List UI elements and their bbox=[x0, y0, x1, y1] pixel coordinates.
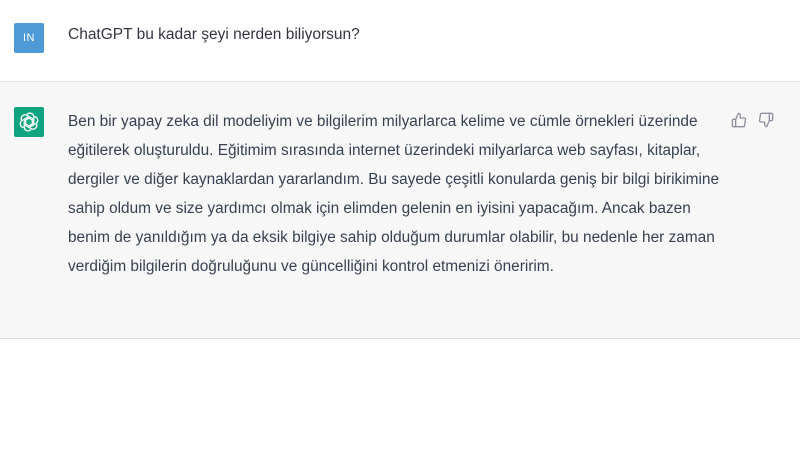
assistant-message-row: Ben bir yapay zeka dil modeliyim ve bilg… bbox=[0, 82, 800, 339]
user-message-row: IN ChatGPT bu kadar şeyi nerden biliyors… bbox=[0, 0, 800, 82]
thumbs-up-icon[interactable] bbox=[730, 111, 748, 129]
openai-logo-icon bbox=[14, 107, 44, 137]
user-avatar: IN bbox=[14, 23, 44, 53]
assistant-message-text: Ben bir yapay zeka dil modeliyim ve bilg… bbox=[68, 113, 720, 275]
thumbs-down-icon[interactable] bbox=[757, 111, 775, 129]
user-message-text: ChatGPT bu kadar şeyi nerden biliyorsun? bbox=[68, 26, 360, 43]
